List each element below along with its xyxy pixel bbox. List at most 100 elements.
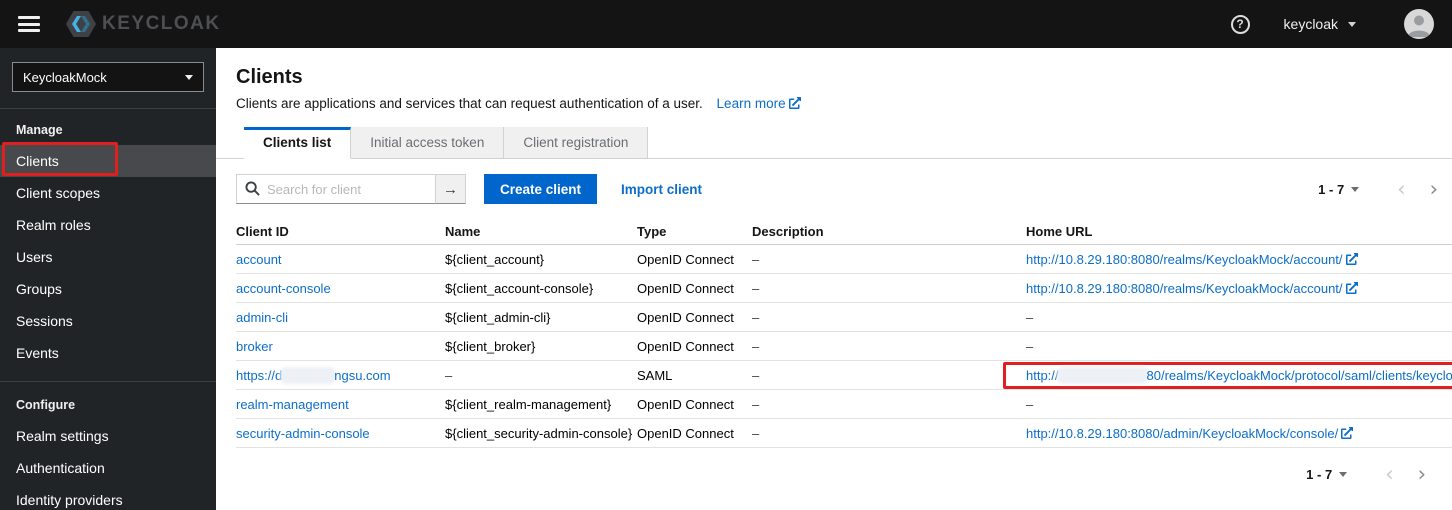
client-id-link[interactable]: broker — [236, 339, 273, 354]
cell-name: ${client_realm-management} — [445, 396, 612, 412]
client-id-link[interactable]: admin-cli — [236, 310, 288, 325]
cell-type: OpenID Connect — [637, 251, 734, 267]
cell-client-id: broker — [236, 339, 445, 354]
table-row: https://d ngsu.com – SAML – http:// 80/realms/… — [236, 361, 1452, 390]
topbar-right: ? keycloak — [1230, 9, 1434, 39]
annotation-box-home-url: http:// 80/realms/KeycloakMock/protocol/s… — [1003, 361, 1452, 389]
cell-home-url: http://10.8.29.180:8080/admin/KeycloakMo… — [1026, 426, 1452, 441]
cell-type: OpenID Connect — [637, 309, 734, 325]
home-url-wrap: http://10.8.29.180:8080/realms/KeycloakM… — [1026, 281, 1358, 296]
client-id-link[interactable]: security-admin-console — [236, 426, 370, 441]
previous-page-button[interactable]: ‹ — [1373, 464, 1405, 485]
cell-name: ${client_admin-cli} — [445, 309, 551, 325]
home-url-link[interactable]: http://10.8.29.180:8080/realms/KeycloakM… — [1026, 281, 1358, 296]
next-page-button[interactable]: › — [1406, 464, 1438, 485]
column-header-client-id: Client ID — [236, 223, 289, 239]
cell-description: – — [752, 396, 760, 412]
hamburger-menu-icon[interactable] — [18, 16, 40, 32]
clients-table-body: account ${client_account} OpenID Connect – h… — [236, 245, 1452, 448]
tab-bar: Clients list Initial access token Client… — [216, 127, 1452, 159]
sidebar-item-realm-roles[interactable]: Realm roles — [0, 209, 216, 241]
column-header-home-url: Home URL — [1026, 223, 1093, 239]
nav-section-manage: Manage — [16, 123, 63, 137]
avatar[interactable] — [1404, 9, 1434, 39]
search-input[interactable] — [236, 174, 436, 204]
cell-client-id: account — [236, 252, 445, 267]
help-icon[interactable]: ? — [1230, 14, 1250, 34]
pagination-chevrons: ‹ › — [1385, 179, 1450, 200]
cell-client-id: https://d ngsu.com — [236, 368, 445, 383]
redaction-blur — [1058, 368, 1147, 382]
column-header-name: Name — [445, 223, 481, 239]
bottom-bar: 1 - 7 ‹ › — [216, 448, 1452, 485]
pagination-top: 1 - 7 ‹ › — [1318, 179, 1450, 200]
previous-page-button[interactable]: ‹ — [1385, 179, 1417, 200]
table-header-row: Client ID Name Type Description Home URL — [236, 218, 1452, 245]
cell-description: – — [752, 251, 760, 267]
sidebar-item-authentication[interactable]: Authentication — [0, 452, 216, 484]
cell-home-url: http:// 80/realms/KeycloakMock/protocol/s… — [1003, 361, 1452, 389]
cell-type: SAML — [637, 367, 673, 383]
main-header: Clients Clients are applications and ser… — [216, 48, 1452, 111]
search-submit-button[interactable]: → — [436, 174, 466, 204]
cell-description: – — [752, 367, 760, 383]
sidebar-item-groups[interactable]: Groups — [0, 273, 216, 305]
redaction-blur — [282, 368, 335, 382]
pagination-chevrons: ‹ › — [1373, 464, 1438, 485]
sidebar-item-identity-providers[interactable]: Identity providers — [0, 484, 216, 510]
cell-name: – — [445, 367, 453, 383]
sidebar-item-events[interactable]: Events — [0, 337, 216, 369]
pagination-range-dropdown[interactable]: 1 - 7 — [1318, 182, 1360, 197]
realm-selector-wrap: KeycloakMock — [0, 48, 216, 109]
cell-home-url: http://10.8.29.180:8080/realms/KeycloakM… — [1026, 281, 1452, 296]
sidebar-item-clients[interactable]: Clients — [0, 142, 216, 177]
empty-value-dash: – — [1026, 309, 1034, 325]
home-url-link[interactable]: http://10.8.29.180:8080/admin/KeycloakMo… — [1026, 426, 1354, 441]
user-menu-label: keycloak — [1283, 16, 1338, 32]
chevron-down-icon — [1348, 21, 1356, 27]
home-url-link[interactable]: http:// 80/realms/KeycloakMock/protocol/s… — [1026, 368, 1452, 383]
tab-label: Clients list — [263, 135, 332, 150]
tab-initial-access-token[interactable]: Initial access token — [351, 127, 505, 158]
client-id-link[interactable]: account-console — [236, 281, 331, 296]
external-link-icon — [1341, 426, 1354, 439]
next-page-button[interactable]: › — [1418, 179, 1450, 200]
tab-label: Client registration — [523, 135, 629, 150]
home-url-wrap: http://10.8.29.180:8080/admin/KeycloakMo… — [1026, 426, 1354, 441]
tab-client-registration[interactable]: Client registration — [504, 127, 649, 158]
client-id-link[interactable]: realm-management — [236, 397, 349, 412]
create-client-button[interactable]: Create client — [484, 174, 598, 204]
pagination-range-dropdown[interactable]: 1 - 7 — [1306, 467, 1348, 482]
cell-description: – — [752, 309, 760, 325]
sidebar-item-sessions[interactable]: Sessions — [0, 305, 216, 337]
cell-home-url: – — [1026, 339, 1452, 354]
table-row: account ${client_account} OpenID Connect – h… — [236, 245, 1452, 274]
top-navigation-bar: KEYCLOAK ? keycloak — [0, 0, 1452, 48]
cell-description: – — [752, 425, 760, 441]
search-group: → — [236, 174, 466, 204]
external-link-icon — [1345, 252, 1358, 265]
page-title: Clients — [236, 66, 303, 88]
client-id-link[interactable]: account — [236, 252, 282, 267]
learn-more-link[interactable]: Learn more — [717, 96, 801, 111]
import-client-link[interactable]: Import client — [621, 182, 702, 197]
table-row: admin-cli ${client_admin-cli} OpenID Conne… — [236, 303, 1452, 332]
toolbar: → Create client Import client 1 - 7 ‹ › — [216, 159, 1452, 204]
clients-table: Client ID Name Type Description Home URL… — [236, 218, 1452, 448]
sidebar-item-client-scopes[interactable]: Client scopes — [0, 177, 216, 209]
cell-home-url: – — [1026, 397, 1452, 412]
cell-client-id: security-admin-console — [236, 426, 445, 441]
main-content: Clients Clients are applications and ser… — [216, 48, 1452, 510]
redacted-text-prefix: https://d — [236, 367, 283, 383]
chevron-down-icon — [1339, 471, 1348, 477]
redacted-text-prefix: http:// — [1026, 367, 1059, 383]
client-id-link[interactable]: https://d ngsu.com — [236, 368, 391, 383]
column-header-type: Type — [637, 223, 667, 239]
sidebar-item-realm-settings[interactable]: Realm settings — [0, 420, 216, 452]
table-row: account-console ${client_account-console}… — [236, 274, 1452, 303]
realm-selector-dropdown[interactable]: KeycloakMock — [12, 62, 204, 92]
home-url-link[interactable]: http://10.8.29.180:8080/realms/KeycloakM… — [1026, 252, 1358, 267]
tab-clients-list[interactable]: Clients list — [244, 127, 352, 159]
sidebar-item-users[interactable]: Users — [0, 241, 216, 273]
user-menu-dropdown[interactable]: keycloak — [1284, 16, 1356, 32]
